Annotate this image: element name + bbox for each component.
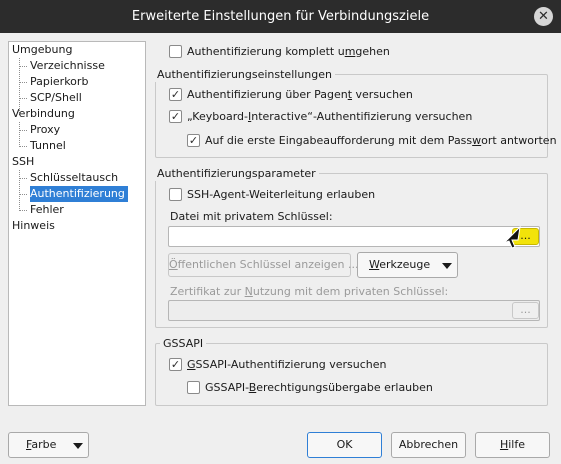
tree-connector — [19, 210, 27, 211]
help-button[interactable]: Hilfe — [475, 432, 550, 458]
tree-item-verbindung[interactable]: Verbindung — [12, 106, 75, 122]
tree-connector — [19, 82, 27, 83]
auth-params-title: Authentifizierungsparameter — [154, 167, 319, 181]
check-icon[interactable]: ✓ — [187, 134, 200, 147]
tree-connector — [19, 66, 27, 67]
gssapi-auth-label: GSSAPI-Authentifizierung versuchen — [187, 358, 387, 371]
show-public-key-button[interactable]: Öffentlichen Schlüssel anzeigen ... — [168, 253, 359, 277]
password-first-prompt-label: Auf die erste Eingabeaufforderung mit de… — [205, 134, 557, 147]
gssapi-group: GSSAPI — [155, 337, 548, 406]
certificate-input[interactable] — [168, 300, 540, 321]
tree-item-umgebung[interactable]: Umgebung — [12, 42, 72, 58]
check-icon[interactable]: ✓ — [169, 110, 182, 123]
keyboard-interactive-label: „Keyboard-Interactive“-Authentifizierung… — [187, 110, 473, 123]
tree-item-papierkorb[interactable]: Papierkorb — [30, 74, 88, 90]
private-key-label: Datei mit privatem Schlüssel: — [170, 210, 333, 223]
tree-connector — [19, 98, 27, 99]
tree-connector — [19, 178, 27, 179]
chevron-down-icon — [442, 263, 452, 269]
browse-certificate-button[interactable]: ... — [512, 302, 539, 319]
check-icon[interactable]: ✓ — [169, 358, 182, 371]
certificate-label: Zertifikat zur Nutzung mit dem privaten … — [170, 285, 449, 298]
tree-item-authentifizierung[interactable]: Authentifizierung — [30, 186, 128, 202]
tree-item-verzeichnisse[interactable]: Verzeichnisse — [30, 58, 105, 74]
ok-button[interactable]: OK — [307, 432, 382, 458]
tree-connector — [19, 146, 27, 147]
auth-settings-title: Authentifizierungseinstellungen — [154, 68, 335, 82]
gssapi-title: GSSAPI — [160, 337, 207, 351]
agent-forwarding-label: SSH-Agent-Weiterleitung erlauben — [187, 188, 376, 201]
tree-item-schluesseltausch[interactable]: Schlüsseltausch — [30, 170, 118, 186]
tree-item-hinweis[interactable]: Hinweis — [12, 218, 55, 234]
check-icon[interactable]: ✓ — [169, 88, 182, 101]
gssapi-delegation-label: GSSAPI-Berechtigungsübergabe erlauben — [205, 381, 433, 394]
checkbox-box[interactable] — [187, 381, 200, 394]
tree-item-scp-shell[interactable]: SCP/Shell — [30, 90, 82, 106]
close-button[interactable]: ✕ — [534, 7, 553, 26]
tree-item-proxy[interactable]: Proxy — [30, 122, 60, 138]
tree-item-tunnel[interactable]: Tunnel — [30, 138, 66, 154]
dialog-window: Erweiterte Einstellungen für Verbindungs… — [0, 0, 561, 464]
tree-item-fehler[interactable]: Fehler — [30, 202, 64, 218]
tools-dropdown-button[interactable]: Werkzeuge — [357, 252, 458, 278]
color-dropdown-button[interactable]: Farbe — [8, 432, 89, 458]
private-key-input[interactable] — [168, 226, 540, 247]
checkbox-box[interactable] — [169, 45, 182, 58]
tree-connector — [19, 194, 27, 195]
tree-connector — [19, 170, 20, 211]
chevron-down-icon — [73, 443, 83, 449]
mouse-pointer-icon — [503, 225, 521, 249]
tree-connector — [19, 130, 27, 131]
settings-tree[interactable]: Umgebung Verzeichnisse Papierkorb SCP/Sh… — [8, 41, 146, 406]
checkbox-box[interactable] — [169, 188, 182, 201]
close-icon: ✕ — [538, 9, 549, 24]
bypass-auth-label: Authentifizierung komplett umgehen — [187, 45, 390, 58]
pageant-label: Authentifizierung über Pagent versuchen — [187, 88, 413, 101]
title-bar[interactable]: Erweiterte Einstellungen für Verbindungs… — [0, 0, 561, 33]
window-title: Erweiterte Einstellungen für Verbindungs… — [131, 9, 430, 24]
browse-label: ... — [520, 303, 531, 316]
tree-item-ssh[interactable]: SSH — [12, 154, 34, 170]
cancel-button[interactable]: Abbrechen — [391, 432, 466, 458]
tree-connector — [19, 122, 20, 147]
